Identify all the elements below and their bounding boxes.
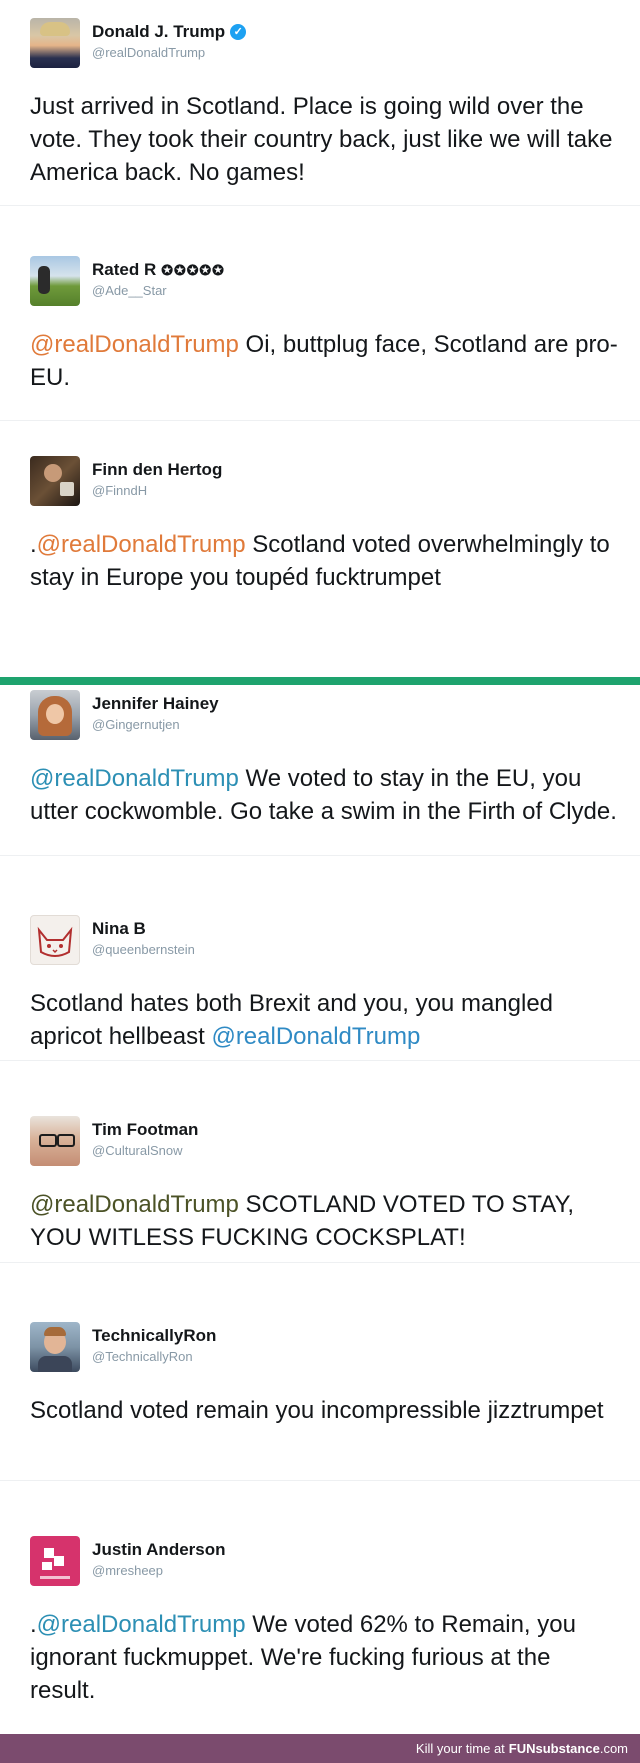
tweet-text: @realDonaldTrump Oi, buttplug face, Scot… [30, 331, 618, 391]
tweet-finn: Finn den Hertog @FinndH .@realDonaldTrum… [0, 456, 640, 594]
avatar[interactable] [30, 256, 80, 306]
tweet-separator [0, 205, 640, 206]
author-name[interactable]: Jennifer Hainey [92, 694, 219, 714]
author-handle[interactable]: @CulturalSnow [92, 1142, 198, 1160]
author-handle[interactable]: @queenbernstein [92, 941, 195, 959]
author-handle[interactable]: @realDonaldTrump [92, 44, 246, 62]
tweet-separator [0, 1480, 640, 1481]
watermark-footer: Kill your time at FUNsubstance.com [0, 1734, 640, 1763]
tweet-text: .@realDonaldTrump Scotland voted overwhe… [30, 531, 610, 591]
tweet-separator [0, 855, 640, 856]
avatar[interactable] [30, 690, 80, 740]
author-handle[interactable]: @mresheep [92, 1562, 226, 1580]
avatar[interactable] [30, 1116, 80, 1166]
tweet-separator [0, 420, 640, 421]
tweet-text: Scotland voted remain you incompressible… [30, 1397, 604, 1424]
mention-link[interactable]: @realDonaldTrump [30, 765, 239, 792]
mention-link[interactable]: @realDonaldTrump [37, 1611, 246, 1638]
tweet-jennifer: Jennifer Hainey @Gingernutjen @realDonal… [0, 690, 640, 828]
tweet-rated-r: Rated R ✪✪✪✪✪ @Ade__Star @realDonaldTrum… [0, 256, 640, 394]
author-name[interactable]: Justin Anderson [92, 1540, 226, 1560]
tweet-tim: Tim Footman @CulturalSnow @realDonaldTru… [0, 1116, 640, 1254]
avatar[interactable] [30, 1536, 80, 1586]
avatar[interactable] [30, 18, 80, 68]
author-handle[interactable]: @TechnicallyRon [92, 1348, 216, 1366]
sheep-logo-icon [40, 1548, 70, 1579]
tweet-technicallyron: TechnicallyRon @TechnicallyRon Scotland … [0, 1322, 640, 1427]
mention-link[interactable]: @realDonaldTrump [30, 1191, 239, 1218]
tweet-text: @realDonaldTrump We voted to stay in the… [30, 765, 617, 825]
mention-link[interactable]: @realDonaldTrump [211, 1023, 420, 1050]
mention-link[interactable]: @realDonaldTrump [37, 531, 246, 558]
footer-tagline: Kill your time at [415, 1741, 505, 1756]
author-name[interactable]: Finn den Hertog [92, 460, 222, 480]
avatar[interactable] [30, 456, 80, 506]
author-name[interactable]: Tim Footman [92, 1120, 198, 1140]
author-handle[interactable]: @Ade__Star [92, 282, 225, 300]
section-divider [0, 677, 640, 685]
rating-stars-icon: ✪✪✪✪✪ [161, 262, 225, 278]
tweet-text: Just arrived in Scotland. Place is going… [30, 93, 613, 186]
tweet-separator [0, 1262, 640, 1263]
footer-brand[interactable]: FUNsubstance.com [509, 1741, 628, 1756]
cat-face-icon [37, 926, 73, 957]
tweet-separator [0, 1060, 640, 1061]
author-handle[interactable]: @FinndH [92, 482, 222, 500]
author-name[interactable]: Rated R [92, 260, 156, 280]
mention-link[interactable]: @realDonaldTrump [30, 331, 239, 358]
author-name[interactable]: TechnicallyRon [92, 1326, 216, 1346]
tweet-trump: Donald J. Trump ✓ @realDonaldTrump Just … [0, 18, 640, 189]
tweet-text: .@realDonaldTrump We voted 62% to Remain… [30, 1611, 576, 1704]
author-handle[interactable]: @Gingernutjen [92, 716, 219, 734]
tweet-nina: Nina B @queenbernstein Scotland hates bo… [0, 915, 640, 1053]
author-name[interactable]: Donald J. Trump [92, 22, 225, 42]
author-name[interactable]: Nina B [92, 919, 146, 939]
avatar[interactable] [30, 915, 80, 965]
tweet-text: Scotland hates both Brexit and you, you … [30, 990, 554, 1050]
avatar[interactable] [30, 1322, 80, 1372]
tweet-text: @realDonaldTrump SCOTLAND VOTED TO STAY,… [30, 1191, 575, 1251]
tweet-justin: Justin Anderson @mresheep .@realDonaldTr… [0, 1536, 640, 1707]
verified-badge-icon: ✓ [230, 24, 247, 40]
